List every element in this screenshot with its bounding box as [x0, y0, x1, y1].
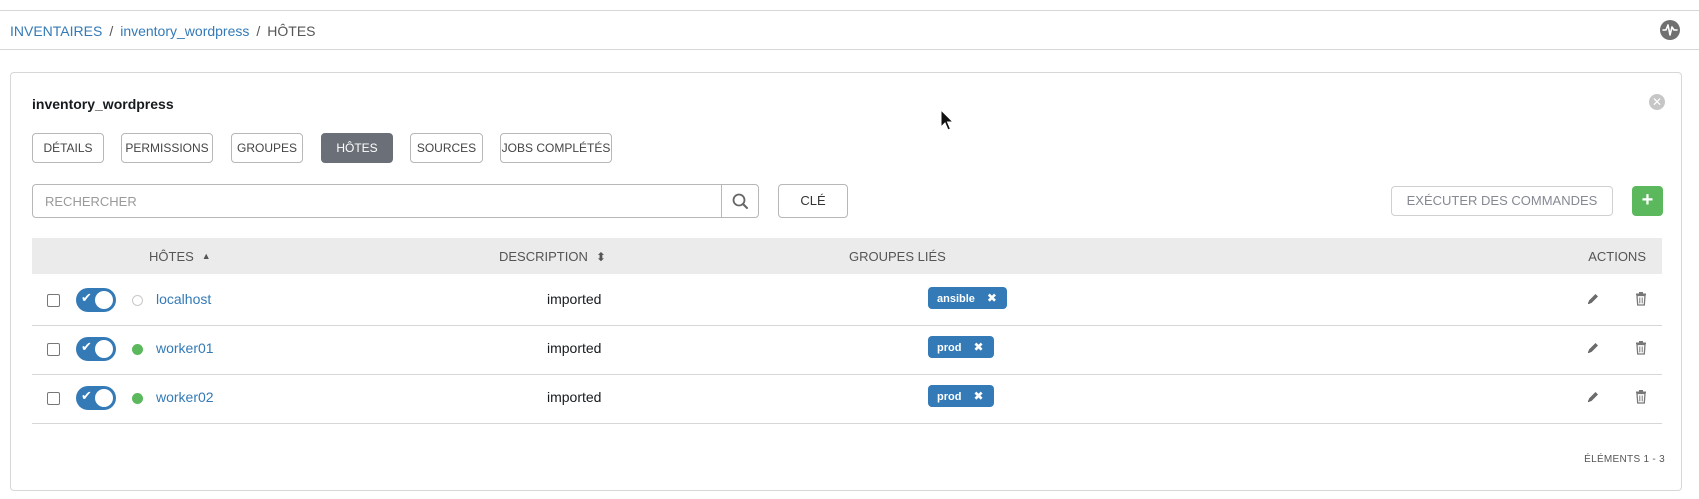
- tab-permissions[interactable]: PERMISSIONS: [121, 133, 213, 163]
- group-tag-label: ansible: [937, 293, 975, 305]
- group-tag-label: prod: [937, 391, 962, 403]
- activity-stream-icon[interactable]: [1660, 20, 1680, 40]
- host-description: imported: [547, 340, 602, 356]
- check-icon: ✔: [81, 290, 92, 305]
- tab-completed-jobs[interactable]: JOBS COMPLÉTÉS: [500, 133, 612, 163]
- edit-icon[interactable]: [1585, 340, 1601, 356]
- add-host-button[interactable]: +: [1632, 186, 1663, 216]
- check-icon: ✔: [81, 388, 92, 403]
- column-groups: GROUPES LIÉS: [849, 249, 946, 264]
- host-status-indicator: [132, 295, 143, 306]
- breadcrumb-current: HÔTES: [267, 23, 316, 39]
- column-actions: ACTIONS: [1588, 249, 1646, 264]
- tab-hosts[interactable]: HÔTES: [321, 133, 393, 163]
- host-name-link[interactable]: localhost: [156, 291, 211, 307]
- check-icon: ✔: [81, 339, 92, 354]
- column-description-label: DESCRIPTION: [499, 249, 588, 264]
- tab-details[interactable]: DÉTAILS: [32, 133, 104, 163]
- breadcrumb-inventories[interactable]: INVENTAIRES: [10, 23, 102, 39]
- row-checkbox[interactable]: [47, 392, 60, 405]
- group-tag: prod ✖: [928, 336, 994, 358]
- host-enabled-toggle[interactable]: ✔: [76, 288, 116, 312]
- column-description[interactable]: DESCRIPTION ⬍: [499, 249, 606, 264]
- tab-sources[interactable]: SOURCES: [410, 133, 483, 163]
- table-row: ✔ localhost imported ansible ✖: [32, 274, 1662, 326]
- toggle-knob: [95, 340, 113, 358]
- close-icon[interactable]: ✕: [1649, 94, 1665, 110]
- inventory-hosts-panel: inventory_wordpress ✕ DÉTAILS PERMISSION…: [10, 72, 1682, 491]
- breadcrumb-inventory-name[interactable]: inventory_wordpress: [120, 23, 249, 39]
- toggle-knob: [95, 389, 113, 407]
- host-description: imported: [547, 389, 602, 405]
- search-input[interactable]: [33, 185, 722, 217]
- host-enabled-toggle[interactable]: ✔: [76, 386, 116, 410]
- delete-icon[interactable]: [1634, 340, 1648, 356]
- column-hosts-label: HÔTES: [149, 249, 194, 264]
- host-status-indicator: [132, 393, 143, 404]
- host-description: imported: [547, 291, 602, 307]
- host-enabled-toggle[interactable]: ✔: [76, 337, 116, 361]
- tab-groups[interactable]: GROUPES: [231, 133, 303, 163]
- host-name-link[interactable]: worker01: [156, 340, 214, 356]
- table-header: HÔTES ▲ DESCRIPTION ⬍ GROUPES LIÉS ACTIONS: [32, 238, 1662, 274]
- delete-icon[interactable]: [1634, 389, 1648, 405]
- edit-icon[interactable]: [1585, 389, 1601, 405]
- remove-group-icon[interactable]: ✖: [987, 291, 997, 305]
- mouse-cursor-icon: [940, 109, 955, 131]
- table-row: ✔ worker01 imported prod ✖: [32, 323, 1662, 375]
- column-hosts[interactable]: HÔTES ▲: [149, 249, 211, 264]
- edit-icon[interactable]: [1585, 291, 1601, 307]
- search-button[interactable]: [721, 185, 758, 217]
- top-bar: INVENTAIRES / inventory_wordpress / HÔTES: [0, 10, 1699, 50]
- search-icon: [732, 193, 748, 209]
- breadcrumb: INVENTAIRES / inventory_wordpress / HÔTES: [10, 23, 316, 39]
- breadcrumb-separator: /: [256, 23, 261, 39]
- group-tag-label: prod: [937, 342, 962, 354]
- delete-icon[interactable]: [1634, 291, 1648, 307]
- run-commands-button[interactable]: EXÉCUTER DES COMMANDES: [1391, 186, 1613, 216]
- sort-icon: ⬍: [595, 250, 606, 264]
- search-box: [32, 184, 759, 218]
- panel-title: inventory_wordpress: [32, 96, 174, 112]
- toggle-knob: [95, 291, 113, 309]
- remove-group-icon[interactable]: ✖: [973, 340, 983, 354]
- table-row: ✔ worker02 imported prod ✖: [32, 372, 1662, 424]
- remove-group-icon[interactable]: ✖: [973, 389, 983, 403]
- group-tag: prod ✖: [928, 385, 994, 407]
- row-checkbox[interactable]: [47, 294, 60, 307]
- group-tag: ansible ✖: [928, 287, 1007, 309]
- sort-ascending-icon: ▲: [201, 251, 211, 261]
- pagination-info: ÉLÉMENTS 1 - 3: [1584, 454, 1665, 465]
- row-checkbox[interactable]: [47, 343, 60, 356]
- host-status-indicator: [132, 344, 143, 355]
- host-name-link[interactable]: worker02: [156, 389, 214, 405]
- breadcrumb-separator: /: [109, 23, 114, 39]
- key-button[interactable]: CLÉ: [778, 184, 848, 218]
